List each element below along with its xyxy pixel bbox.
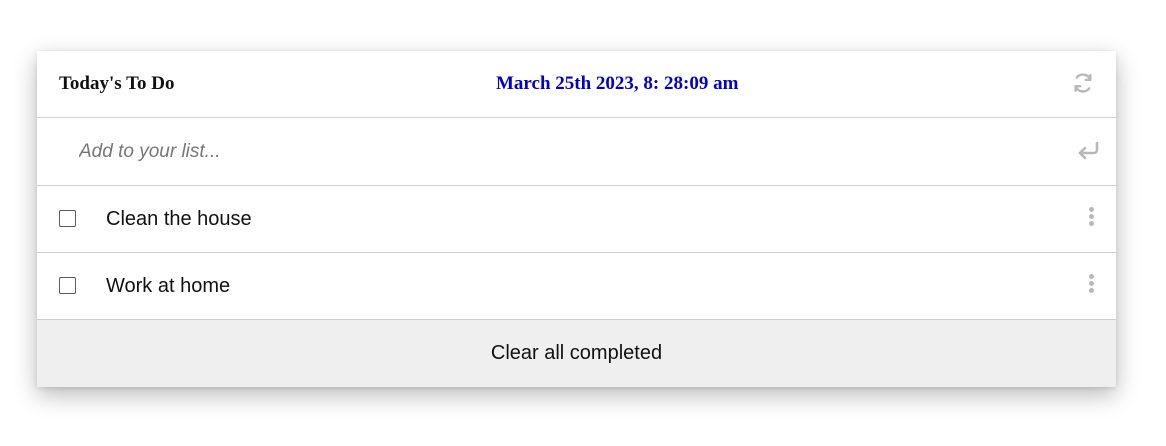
item-label: Work at home — [106, 275, 231, 297]
todo-header: Today's To Do March 25th 2023, 8: 28:09 … — [37, 51, 1116, 118]
item-checkbox[interactable] — [59, 210, 76, 227]
item-checkbox[interactable] — [59, 277, 76, 294]
enter-icon[interactable] — [1076, 140, 1100, 162]
more-options-icon[interactable] — [1085, 207, 1097, 231]
add-item-input[interactable] — [59, 132, 1049, 172]
clear-completed-button[interactable]: Clear all completed — [37, 320, 1116, 387]
more-options-icon[interactable] — [1085, 274, 1097, 298]
clear-completed-label: Clear all completed — [490, 342, 663, 364]
item-label: Clean the house — [106, 208, 252, 230]
todo-card: Today's To Do March 25th 2023, 8: 28:09 … — [37, 51, 1116, 387]
refresh-icon[interactable] — [1072, 72, 1094, 94]
page-title: Today's To Do — [59, 73, 175, 94]
add-item-row — [37, 118, 1116, 186]
list-item: Work at home — [37, 253, 1116, 320]
current-datetime: March 25th 2023, 8: 28:09 am — [496, 73, 739, 94]
list-item: Clean the house — [37, 186, 1116, 253]
